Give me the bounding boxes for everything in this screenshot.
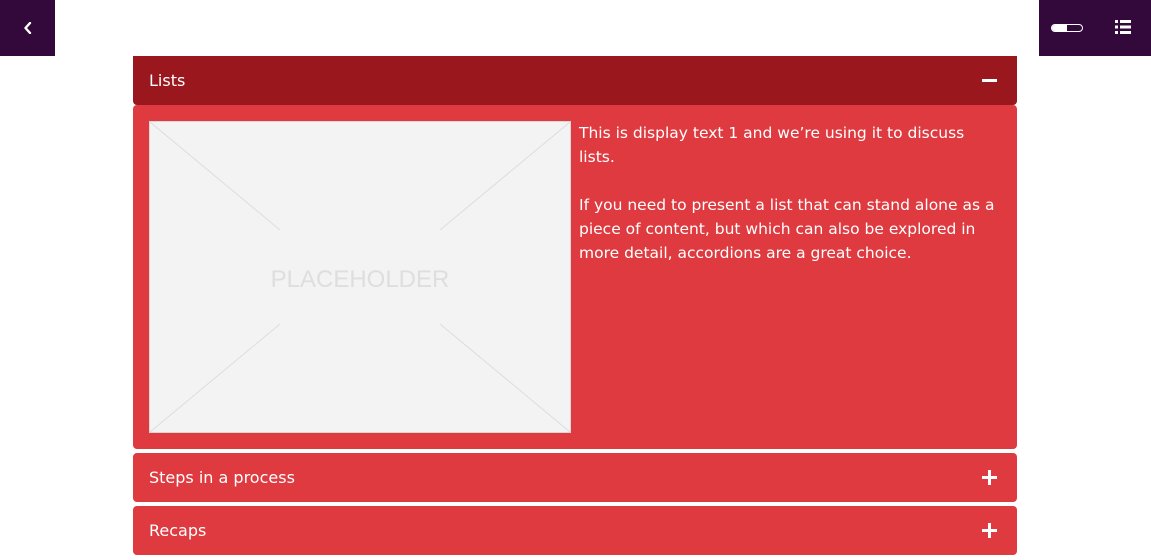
plus-icon xyxy=(981,523,997,539)
body-paragraph-2: If you need to present a list that can s… xyxy=(579,196,995,262)
accordion-item-steps-header[interactable]: Steps in a process xyxy=(133,453,1017,502)
back-button[interactable] xyxy=(0,0,55,56)
list-menu-icon xyxy=(1115,19,1131,38)
accordion-item-title: Lists xyxy=(149,71,186,90)
placeholder-label: PLACEHOLDER xyxy=(271,266,450,293)
chevron-left-icon xyxy=(23,19,33,38)
accordion-item-recaps-header[interactable]: Recaps xyxy=(133,506,1017,555)
progress-fill xyxy=(1052,25,1067,31)
top-right-nav xyxy=(1039,0,1151,56)
menu-button[interactable] xyxy=(1113,18,1133,38)
accordion-item-title: Steps in a process xyxy=(149,468,295,487)
plus-icon xyxy=(981,470,997,486)
progress-bar xyxy=(1051,24,1083,32)
body-text: This is display text 1 and we’re using i… xyxy=(579,121,1001,433)
body-paragraph-1: This is display text 1 and we’re using i… xyxy=(579,124,965,166)
accordion-item-lists-header[interactable]: Lists xyxy=(133,56,1017,105)
accordion: Lists PLACEHOLDER This is display text 1… xyxy=(133,56,1017,555)
accordion-item-title: Recaps xyxy=(149,521,207,540)
minus-icon xyxy=(981,73,997,89)
accordion-item-lists-body: PLACEHOLDER This is display text 1 and w… xyxy=(133,105,1017,449)
placeholder-image: PLACEHOLDER xyxy=(149,121,571,433)
